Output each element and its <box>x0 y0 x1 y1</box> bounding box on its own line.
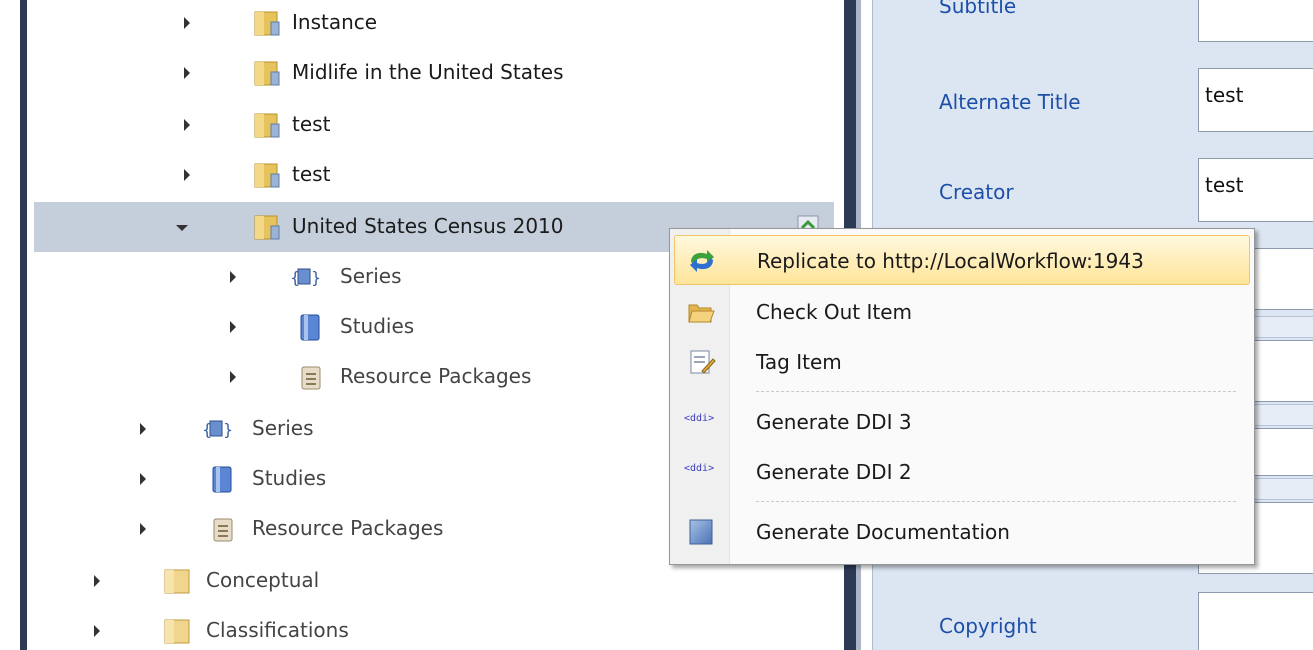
studies-book-icon <box>300 314 320 341</box>
ddi-icon: <ddi> <box>684 413 715 424</box>
menu-item-label: Generate DDI 3 <box>756 410 912 434</box>
folder-icon <box>164 619 190 644</box>
tree-item-test-2[interactable]: test <box>34 150 834 200</box>
studies-book-icon <box>212 466 232 493</box>
resource-package-icon <box>213 518 233 542</box>
documentation-icon <box>689 519 713 545</box>
menu-item-tag[interactable]: Tag Item <box>674 337 1250 387</box>
tree-item-label: Resource Packages <box>340 364 532 388</box>
tree-item-label: Conceptual <box>206 568 320 592</box>
app-window: Instance Midlife in the United States te… <box>0 0 1313 650</box>
series-icon: { } <box>202 420 232 439</box>
expand-arrow-icon[interactable] <box>140 523 146 535</box>
expand-arrow-icon[interactable] <box>184 67 190 79</box>
expand-arrow-icon[interactable] <box>184 169 190 181</box>
menu-item-label: Tag Item <box>756 350 842 374</box>
creator-label: Creator <box>939 180 1014 204</box>
subtitle-label: Subtitle <box>939 0 1017 18</box>
tree-item-label: Studies <box>340 314 415 338</box>
menu-item-check-out[interactable]: Check Out Item <box>674 287 1250 337</box>
expand-arrow-icon[interactable] <box>140 423 146 435</box>
tree-item-instance[interactable]: Instance <box>34 0 834 48</box>
tree-item-label: Series <box>340 264 402 288</box>
context-menu: Replicate to http://LocalWorkflow:1943 C… <box>669 228 1255 565</box>
folder-icon <box>254 215 280 240</box>
creator-field[interactable]: test <box>1198 158 1313 222</box>
tree-item-label: Classifications <box>206 618 349 642</box>
copyright-label: Copyright <box>939 614 1037 638</box>
svg-text:}: } <box>223 420 232 439</box>
tree-item-test-1[interactable]: test <box>34 100 834 150</box>
ddi-icon: <ddi> <box>684 463 715 474</box>
expand-arrow-icon[interactable] <box>230 321 236 333</box>
expand-arrow-icon[interactable] <box>140 473 146 485</box>
svg-text:}: } <box>311 268 320 287</box>
menu-item-generate-ddi-3[interactable]: <ddi> Generate DDI 3 <box>674 397 1250 447</box>
expand-arrow-icon[interactable] <box>184 17 190 29</box>
tree-item-classifications[interactable]: Classifications <box>34 606 834 650</box>
tree-item-label: test <box>292 162 331 186</box>
open-folder-icon <box>688 304 715 323</box>
tree-item-label: test <box>292 112 331 136</box>
menu-item-replicate[interactable]: Replicate to http://LocalWorkflow:1943 <box>674 235 1250 285</box>
menu-item-generate-documentation[interactable]: Generate Documentation <box>674 507 1250 557</box>
alternate-title-field[interactable]: test <box>1198 68 1313 132</box>
tree-item-midlife[interactable]: Midlife in the United States <box>34 48 834 98</box>
tree-item-label: Instance <box>292 10 378 34</box>
expand-arrow-icon[interactable] <box>230 371 236 383</box>
menu-separator <box>756 501 1236 502</box>
left-border-bar <box>20 0 27 650</box>
folder-icon <box>254 113 280 138</box>
collapse-arrow-icon[interactable] <box>176 225 188 231</box>
menu-item-label: Generate DDI 2 <box>756 460 912 484</box>
tree-item-label: Resource Packages <box>252 516 444 540</box>
expand-arrow-icon[interactable] <box>94 625 100 637</box>
tree-item-label: Series <box>252 416 314 440</box>
expand-arrow-icon[interactable] <box>94 575 100 587</box>
replicate-icon <box>690 250 714 272</box>
series-icon: { } <box>290 268 320 287</box>
menu-item-label: Check Out Item <box>756 300 913 324</box>
tree-item-label: Studies <box>252 466 327 490</box>
menu-item-label: Replicate to http://LocalWorkflow:1943 <box>757 249 1144 273</box>
copyright-field[interactable] <box>1198 592 1313 650</box>
left-border <box>0 0 34 650</box>
expand-arrow-icon[interactable] <box>230 271 236 283</box>
tree-item-label: Midlife in the United States <box>292 60 564 84</box>
alternate-title-label: Alternate Title <box>939 90 1081 114</box>
folder-icon <box>254 11 280 36</box>
subtitle-field[interactable] <box>1198 0 1313 42</box>
tree-item-label: United States Census 2010 <box>292 214 564 238</box>
resource-package-icon <box>301 366 321 390</box>
menu-item-generate-ddi-2[interactable]: <ddi> Generate DDI 2 <box>674 447 1250 497</box>
menu-item-label: Generate Documentation <box>756 520 1010 544</box>
expand-arrow-icon[interactable] <box>184 119 190 131</box>
folder-icon <box>254 61 280 86</box>
folder-icon <box>164 569 190 594</box>
folder-icon <box>254 163 280 188</box>
tag-note-icon <box>690 350 716 374</box>
menu-separator <box>756 391 1236 392</box>
